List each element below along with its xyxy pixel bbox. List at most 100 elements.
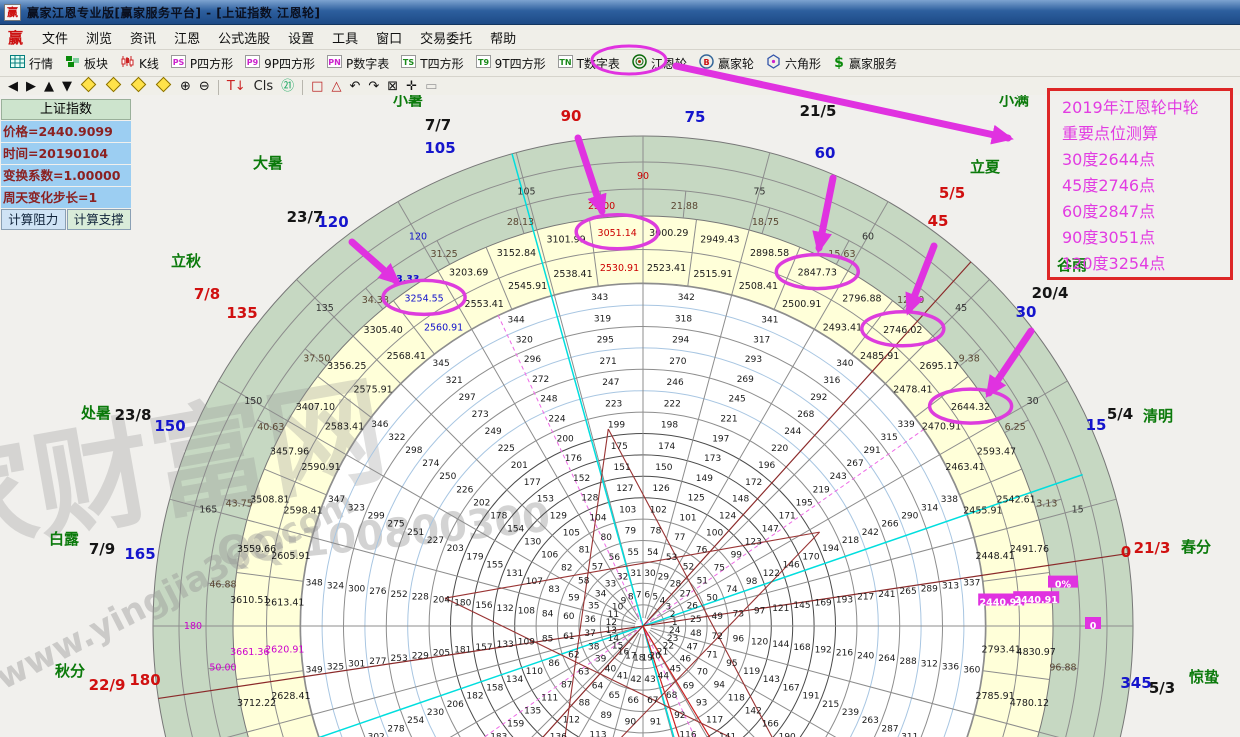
- svg-text:168: 168: [793, 643, 810, 653]
- toolbar-button-blocks[interactable]: 板块: [59, 53, 114, 74]
- menu-item-5[interactable]: 设置: [279, 30, 323, 49]
- triangle-tool-icon[interactable]: △: [327, 78, 345, 96]
- toolbar-button-dollar[interactable]: $赢家服务: [827, 52, 903, 74]
- step-up-icon[interactable]: [126, 78, 151, 96]
- svg-text:87: 87: [561, 681, 572, 691]
- svg-text:146: 146: [783, 561, 800, 571]
- rotate-ccw-icon[interactable]: ↶: [345, 78, 364, 96]
- svg-text:273: 273: [472, 410, 489, 420]
- svg-text:196: 196: [758, 461, 775, 471]
- fit-icon[interactable]: ✛: [402, 78, 421, 96]
- zoom-in-icon[interactable]: ⊕: [176, 78, 195, 96]
- gann-wheel-icon: [632, 54, 647, 72]
- svg-text:241: 241: [878, 590, 895, 600]
- svg-text:B: B: [703, 58, 709, 67]
- calc-support-button[interactable]: 计算支撑: [67, 209, 132, 230]
- zoom-out-icon[interactable]: ⊖: [195, 78, 214, 96]
- calc-resistance-button[interactable]: 计算阻力: [1, 209, 66, 230]
- svg-text:338: 338: [941, 495, 958, 505]
- svg-text:35: 35: [588, 602, 599, 612]
- next-arrow-icon[interactable]: ▶: [22, 78, 40, 96]
- svg-text:2568.41: 2568.41: [387, 351, 426, 362]
- svg-text:197: 197: [712, 434, 729, 444]
- menu-item-0[interactable]: 文件: [33, 30, 77, 49]
- svg-text:113: 113: [589, 731, 606, 737]
- toolbar-button-hexagon[interactable]: 六角形: [760, 52, 827, 74]
- panel-row-2: 变换系数=1.00000: [1, 165, 131, 186]
- menu-logo-icon: 赢: [8, 27, 23, 48]
- step-down-icon[interactable]: [151, 78, 176, 96]
- toolbar-button-badge-tn[interactable]: TNT数字表: [552, 53, 626, 74]
- step-left-icon[interactable]: [76, 78, 101, 96]
- toolbar-button-kline[interactable]: K线: [114, 53, 165, 74]
- menu-item-9[interactable]: 帮助: [481, 30, 525, 49]
- svg-text:44: 44: [658, 671, 670, 681]
- screen-icon[interactable]: ▭: [421, 78, 441, 96]
- toolbar-button-badge-p9[interactable]: P99P四方形: [239, 53, 321, 74]
- menu-item-8[interactable]: 交易委托: [411, 30, 481, 49]
- menu-item-1[interactable]: 浏览: [77, 30, 121, 49]
- svg-text:141: 141: [719, 732, 736, 737]
- toolbar-button-winner-wheel[interactable]: B赢家轮: [693, 52, 760, 74]
- svg-text:302: 302: [368, 733, 385, 737]
- svg-text:149: 149: [696, 474, 713, 484]
- calendar-icon[interactable]: ㉑: [277, 78, 298, 96]
- svg-text:73: 73: [733, 609, 744, 619]
- svg-text:119: 119: [743, 667, 760, 677]
- step-right-icon[interactable]: [101, 78, 126, 96]
- menu-item-4[interactable]: 公式选股: [209, 30, 279, 49]
- svg-text:109: 109: [518, 637, 535, 647]
- svg-text:2553.41: 2553.41: [465, 299, 504, 310]
- svg-text:48: 48: [690, 629, 702, 639]
- toolbar-button-table[interactable]: 行情: [4, 53, 59, 74]
- pointer-up-icon[interactable]: ▲: [40, 78, 58, 96]
- svg-text:177: 177: [524, 478, 541, 488]
- svg-text:2530.91: 2530.91: [600, 263, 639, 274]
- toolbar-button-badge-ps[interactable]: PSP四方形: [165, 53, 239, 74]
- svg-text:116: 116: [679, 731, 696, 737]
- cls-button[interactable]: Cls: [250, 78, 277, 96]
- toolbar-button-gann-wheel[interactable]: 江恩轮: [626, 52, 693, 74]
- menu-item-3[interactable]: 江恩: [165, 30, 209, 49]
- svg-text:3: 3: [666, 603, 672, 613]
- svg-text:46: 46: [680, 655, 692, 665]
- svg-text:86: 86: [548, 659, 560, 669]
- square-tool-icon[interactable]: □: [307, 78, 327, 96]
- menu-item-7[interactable]: 窗口: [367, 30, 411, 49]
- svg-text:3508.81: 3508.81: [250, 494, 289, 505]
- index-name: 上证指数: [1, 99, 131, 120]
- svg-text:133: 133: [497, 640, 514, 650]
- svg-text:132: 132: [497, 604, 514, 614]
- xbox-icon[interactable]: ⊠: [383, 78, 402, 96]
- svg-text:271: 271: [600, 357, 617, 367]
- svg-text:322: 322: [388, 433, 405, 443]
- svg-text:131: 131: [506, 569, 523, 579]
- svg-text:118: 118: [728, 694, 745, 704]
- svg-text:2796.88: 2796.88: [842, 293, 881, 304]
- svg-text:98: 98: [746, 577, 758, 587]
- svg-text:183: 183: [490, 733, 507, 737]
- svg-text:76: 76: [696, 546, 708, 556]
- svg-text:288: 288: [900, 657, 917, 667]
- toolbar-button-badge-pn[interactable]: PNP数字表: [321, 53, 395, 74]
- rotate-cw-icon[interactable]: ↷: [364, 78, 383, 96]
- svg-text:169: 169: [815, 598, 832, 608]
- svg-text:173: 173: [704, 454, 721, 464]
- prev-arrow-icon[interactable]: ◀: [4, 78, 22, 96]
- svg-text:69: 69: [683, 681, 695, 691]
- svg-text:130: 130: [524, 537, 541, 547]
- svg-text:立夏: 立夏: [970, 158, 1001, 176]
- toolbar-button-badge-ts[interactable]: TST四方形: [395, 53, 469, 74]
- winner-wheel-icon: B: [699, 54, 714, 72]
- pointer-down-icon[interactable]: ▼: [58, 78, 76, 96]
- svg-text:319: 319: [594, 315, 611, 325]
- menu-item-6[interactable]: 工具: [323, 30, 367, 49]
- toolbar-button-badge-t9[interactable]: T99T四方形: [470, 53, 552, 74]
- svg-text:92: 92: [674, 711, 685, 721]
- svg-text:7: 7: [636, 590, 642, 600]
- svg-text:128: 128: [581, 494, 598, 504]
- svg-text:175: 175: [611, 442, 628, 452]
- t-range-icon[interactable]: T↓: [223, 78, 250, 96]
- svg-text:30: 30: [644, 569, 656, 579]
- menu-item-2[interactable]: 资讯: [121, 30, 165, 49]
